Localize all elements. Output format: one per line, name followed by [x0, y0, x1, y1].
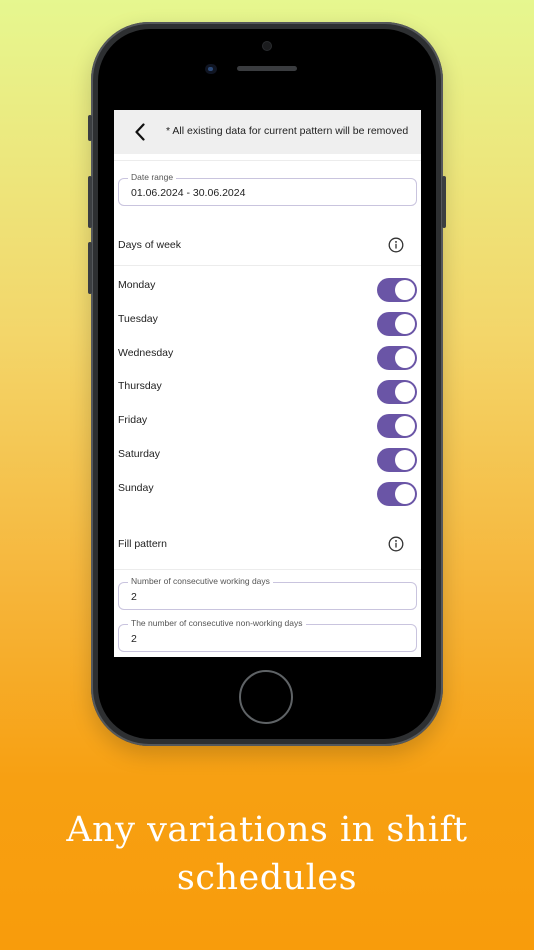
- working-days-value: 2: [131, 591, 137, 603]
- working-days-field[interactable]: Number of consecutive working days 2: [118, 576, 417, 610]
- non-working-days-field[interactable]: The number of consecutive non-working da…: [118, 618, 417, 652]
- toggle-knob: [395, 348, 415, 368]
- info-icon[interactable]: [388, 536, 404, 552]
- toggle-knob: [395, 416, 415, 436]
- toggle-knob: [395, 314, 415, 334]
- volume-up-button: [88, 176, 92, 228]
- day-label-monday: Monday: [118, 279, 156, 291]
- power-button: [442, 176, 446, 228]
- date-range-value: 01.06.2024 - 30.06.2024: [131, 187, 246, 199]
- fill-pattern-title: Fill pattern: [118, 538, 168, 550]
- caption-line-2: schedules: [176, 858, 358, 898]
- friday-toggle[interactable]: [377, 414, 417, 438]
- day-label-saturday: Saturday: [118, 448, 161, 460]
- day-label-tuesday: Tuesday: [118, 313, 158, 325]
- date-range-field[interactable]: Date range 01.06.2024 - 30.06.2024: [118, 172, 417, 206]
- working-days-label: Number of consecutive working days: [128, 576, 273, 586]
- app-screen: * All existing data for current pattern …: [114, 110, 421, 657]
- top-bar: * All existing data for current pattern …: [114, 110, 421, 154]
- saturday-toggle[interactable]: [377, 448, 417, 472]
- toggle-knob: [395, 450, 415, 470]
- front-camera: [263, 42, 271, 50]
- tuesday-toggle[interactable]: [377, 312, 417, 336]
- home-button[interactable]: [239, 670, 293, 724]
- toggle-knob: [395, 382, 415, 402]
- thursday-toggle[interactable]: [377, 380, 417, 404]
- toggle-knob: [395, 280, 415, 300]
- volume-down-button: [88, 242, 92, 294]
- proximity-sensor: [205, 64, 217, 74]
- day-label-friday: Friday: [118, 414, 148, 426]
- divider: [114, 160, 421, 161]
- day-label-wednesday: Wednesday: [118, 347, 174, 359]
- removal-warning: * All existing data for current pattern …: [166, 125, 409, 137]
- date-range-label: Date range: [128, 172, 177, 182]
- mute-switch: [88, 115, 92, 141]
- earpiece-speaker: [237, 66, 297, 71]
- day-label-thursday: Thursday: [118, 380, 162, 392]
- info-icon[interactable]: [388, 237, 404, 253]
- caption-line-1: Any variations in shift: [66, 810, 468, 850]
- back-button[interactable]: [128, 120, 152, 144]
- promo-caption: Any variations in shift schedules: [0, 806, 534, 902]
- day-label-sunday: Sunday: [118, 482, 154, 494]
- chevron-left-icon: [135, 123, 145, 141]
- non-working-days-label: The number of consecutive non-working da…: [128, 618, 306, 628]
- wednesday-toggle[interactable]: [377, 346, 417, 370]
- divider: [114, 569, 421, 570]
- divider: [114, 265, 421, 266]
- monday-toggle[interactable]: [377, 278, 417, 302]
- days-of-week-title: Days of week: [118, 239, 182, 251]
- toggle-knob: [395, 484, 415, 504]
- sunday-toggle[interactable]: [377, 482, 417, 506]
- non-working-days-value: 2: [131, 633, 137, 645]
